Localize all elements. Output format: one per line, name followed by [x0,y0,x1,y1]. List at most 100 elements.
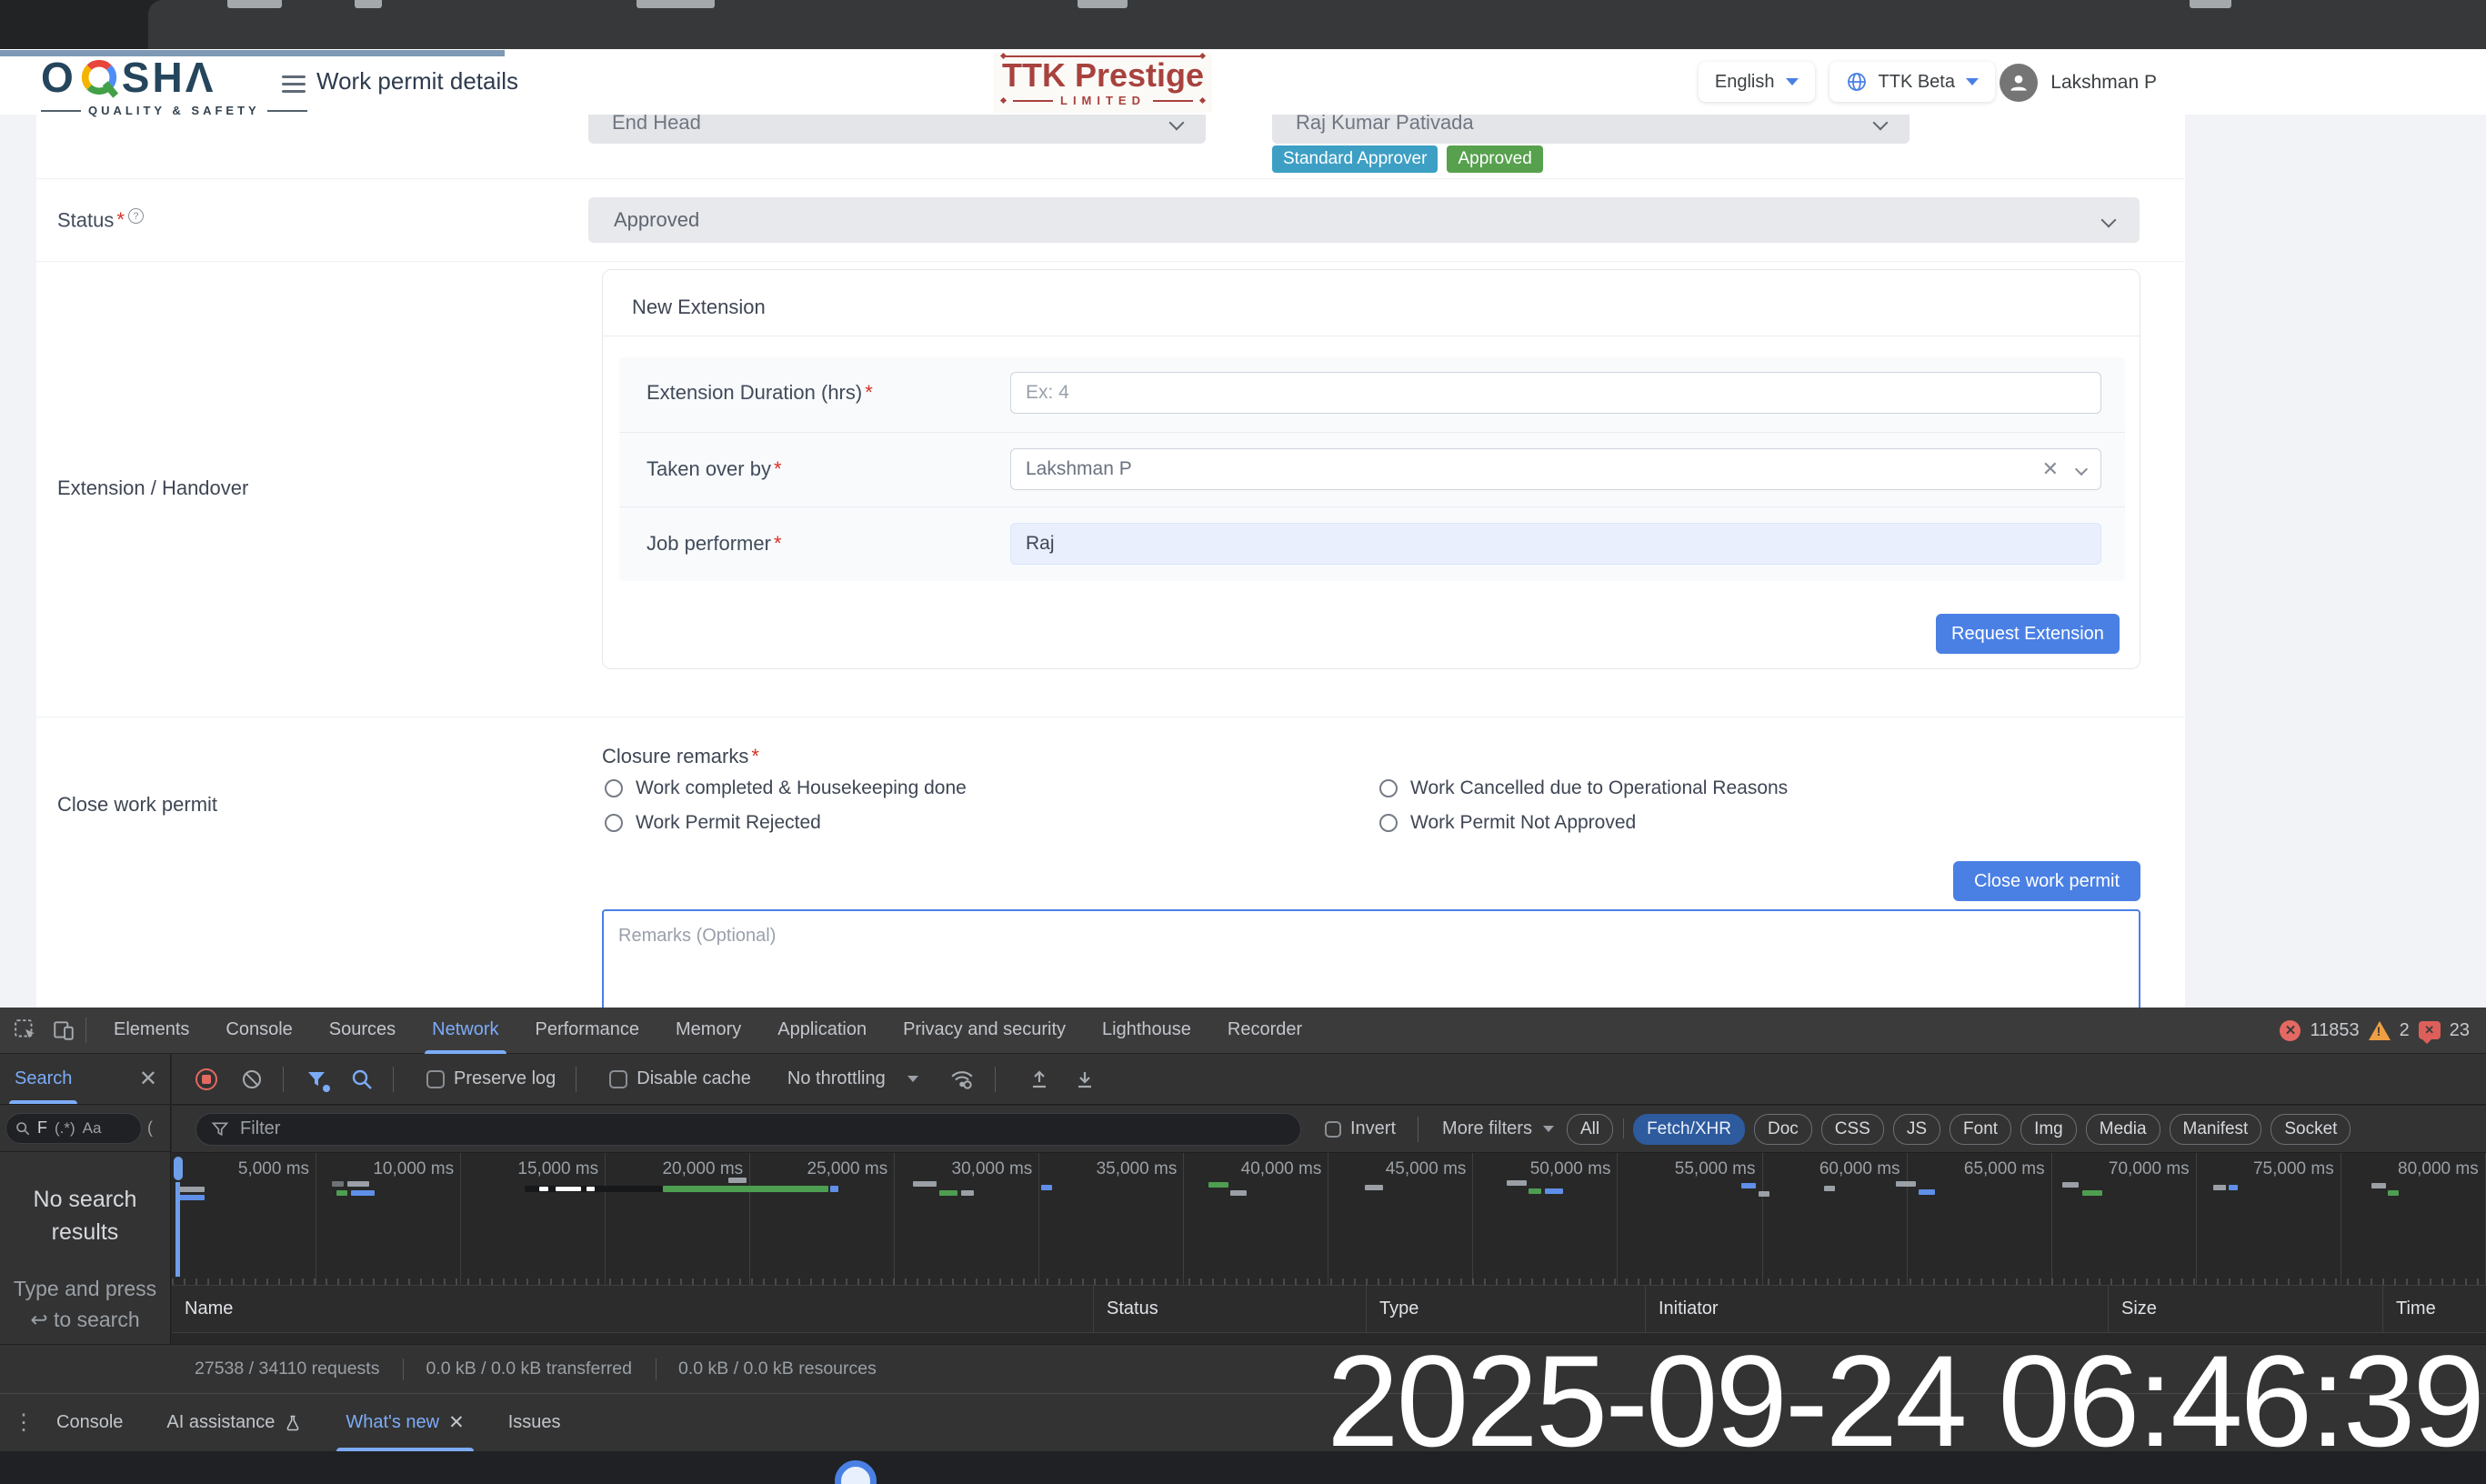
devtools-tab[interactable]: Elements [95,1008,207,1054]
error-icon[interactable]: ✕ [2280,1020,2301,1041]
close-icon[interactable]: ✕ [448,1411,465,1434]
user-menu[interactable]: Lakshman P [2000,64,2157,102]
screen: O SH Λ QUALITY & SAFETY Work permit deta… [0,0,2486,1484]
drawer-tab-issues[interactable]: Issues [486,1394,583,1451]
request-type-chip[interactable]: Img [2020,1114,2077,1145]
devtools-tab[interactable]: Performance [517,1008,658,1054]
network-column-header[interactable]: Type [1367,1286,1646,1332]
network-column-header[interactable]: Name [172,1286,1094,1332]
job-performer-input[interactable]: Raj [1010,523,2101,565]
help-icon[interactable]: ? [128,208,144,224]
environment-selector[interactable]: TTK Beta [1829,62,1995,102]
network-column-header[interactable]: Initiator [1646,1286,2109,1332]
filter-toggle-icon[interactable] [306,1068,327,1090]
disable-cache-checkbox[interactable]: Disable cache [609,1068,751,1089]
radio-permit-not-approved[interactable]: Work Permit Not Approved [1379,812,1636,834]
request-type-chip[interactable]: JS [1893,1114,1940,1145]
drawer-tab-ai-assistance[interactable]: AI assistance [145,1394,324,1451]
request-type-chip[interactable]: Font [1950,1114,2011,1145]
job-performer-row: Job performer* Raj [619,508,2125,579]
waterfall-bar [830,1186,838,1192]
close-icon[interactable]: ✕ [139,1066,157,1092]
network-conditions-icon[interactable] [949,1068,975,1091]
drawer-menu-icon[interactable]: ⋮ [13,1409,35,1436]
waterfall-bar [2229,1185,2238,1190]
drawer-tab-console[interactable]: Console [35,1394,145,1451]
error-count: 11853 [2310,1020,2359,1041]
more-filters-button[interactable]: More filters [1442,1118,1554,1139]
request-type-chip[interactable]: CSS [1821,1114,1884,1145]
clear-network-log-icon[interactable] [241,1068,263,1090]
network-column-header[interactable]: Time [2383,1286,2486,1332]
network-overview-timeline[interactable]: 5,000 ms 10,000 ms 15,000 ms 20,000 ms 2… [172,1153,2486,1286]
search-toggle-icon[interactable] [351,1068,373,1090]
regex-toggle-icon[interactable]: (.*) [55,1119,75,1138]
devtools-tab[interactable]: Application [759,1008,885,1054]
request-type-chip[interactable]: Doc [1754,1114,1812,1145]
network-column-header[interactable]: Status [1094,1286,1367,1332]
status-select[interactable]: Approved [588,197,2140,243]
waterfall-bar [663,1186,828,1192]
divider [656,1359,657,1380]
divider [995,1067,996,1092]
invert-checkbox[interactable]: Invert [1325,1118,1396,1139]
no-results-hint: Type and press ↩ to search [9,1273,161,1336]
timeline-scroll-handle[interactable] [174,1157,183,1180]
flask-icon [284,1414,302,1432]
no-results-title: No search results [9,1183,161,1249]
divider [403,1359,404,1380]
filter-input[interactable]: Filter [195,1113,1301,1146]
devtools-tab[interactable]: Memory [657,1008,759,1054]
ttk-logo-name: TTK Prestige [1001,57,1205,94]
search-input[interactable]: F (.*) Aa [5,1113,142,1144]
devtools-tab[interactable]: Lighthouse [1084,1008,1209,1054]
waterfall-bar [332,1181,344,1187]
radio-work-completed[interactable]: Work completed & Housekeeping done [605,777,967,799]
throttling-select[interactable]: No throttling [787,1068,918,1089]
radio-work-cancelled[interactable]: Work Cancelled due to Operational Reason… [1379,777,1788,799]
oqsha-logo[interactable]: O SH Λ QUALITY & SAFETY [41,56,307,117]
invert-label: Invert [1350,1118,1396,1139]
record-network-log-icon[interactable] [195,1068,217,1090]
radio-label: Work completed & Housekeeping done [636,777,967,799]
devtools-tab[interactable]: Console [207,1008,310,1054]
divider [283,1067,284,1092]
clear-icon[interactable]: ✕ [2042,457,2059,481]
device-toolbar-icon[interactable] [51,1018,76,1043]
extension-duration-input[interactable]: Ex: 4 [1010,372,2101,414]
waterfall-bar [2082,1190,2102,1196]
request-type-chip[interactable]: Manifest [2170,1114,2262,1145]
radio-icon [605,779,623,797]
taken-over-by-select[interactable]: Lakshman P ✕ [1010,448,2101,490]
request-type-chip[interactable]: Fetch/XHR [1633,1114,1745,1145]
radio-label: Work Cancelled due to Operational Reason… [1410,777,1788,799]
devtools-tab[interactable]: Network [414,1008,516,1054]
close-work-permit-button[interactable]: Close work permit [1953,861,2140,901]
language-selector[interactable]: English [1699,62,1815,102]
request-type-chip[interactable]: Socket [2270,1114,2351,1145]
preserve-log-checkbox[interactable]: Preserve log [426,1068,556,1089]
request-type-chip[interactable]: Media [2086,1114,2160,1145]
search-tab[interactable]: Search [15,1054,72,1104]
drawer-tab-whats-new[interactable]: What's new ✕ [324,1394,486,1451]
hamburger-menu-icon[interactable] [282,71,306,97]
status-badge: Approved [1447,145,1542,173]
chevron-down-icon[interactable] [2075,463,2088,476]
match-case-toggle-icon[interactable]: Aa [83,1119,102,1138]
transferred-size: 0.0 kB / 0.0 kB transferred [426,1359,632,1379]
devtools-tab[interactable]: Privacy and security [885,1008,1084,1054]
warning-icon[interactable] [2369,1021,2391,1040]
devtools-tab[interactable]: Sources [311,1008,414,1054]
request-extension-button[interactable]: Request Extension [1936,614,2120,654]
import-har-icon[interactable] [1028,1068,1050,1090]
request-type-chip[interactable]: All [1567,1114,1613,1145]
radio-permit-rejected[interactable]: Work Permit Rejected [605,812,821,834]
export-har-icon[interactable] [1074,1068,1096,1090]
timeline-selection-line [175,1182,180,1277]
status-badge: Standard Approver [1272,145,1438,173]
inspect-element-icon[interactable] [13,1018,38,1043]
devtools-tab[interactable]: Recorder [1209,1008,1320,1054]
network-column-header[interactable]: Size [2109,1286,2383,1332]
network-toolbar: Preserve log Disable cache No throttling [172,1054,2486,1105]
issues-icon[interactable]: ✕ [2419,1021,2441,1039]
